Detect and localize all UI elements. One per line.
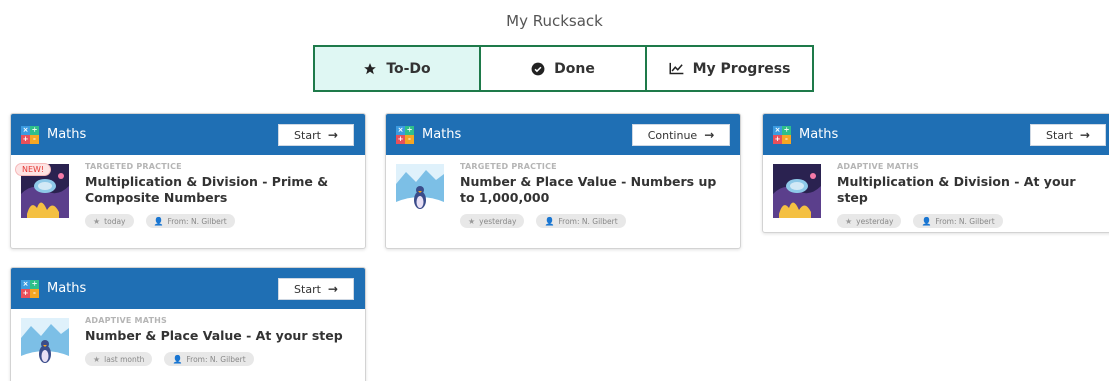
check-circle-icon bbox=[531, 62, 545, 76]
user-icon: 👤 bbox=[544, 216, 555, 226]
start-button[interactable]: Start → bbox=[1030, 124, 1106, 146]
user-icon: 👤 bbox=[153, 216, 164, 226]
continue-button-label: Continue bbox=[647, 128, 698, 142]
activity-thumbnail bbox=[773, 164, 821, 218]
tab-todo-label: To-Do bbox=[386, 60, 431, 77]
maths-subject-icon: × ÷ + - bbox=[773, 125, 791, 144]
start-button[interactable]: Start → bbox=[278, 278, 354, 300]
subject-label: Maths bbox=[47, 127, 87, 142]
star-icon: ★ bbox=[93, 354, 101, 364]
card-header: × ÷ + - Maths Start → bbox=[11, 268, 365, 309]
activity-title: Number & Place Value - Numbers up to 1,0… bbox=[460, 174, 717, 205]
start-button-label: Start bbox=[294, 128, 321, 142]
star-icon: ★ bbox=[845, 216, 853, 226]
subject-label: Maths bbox=[799, 127, 839, 142]
card-header: × ÷ + - Maths Start → bbox=[763, 114, 1109, 155]
tab-done-label: Done bbox=[554, 60, 595, 77]
activity-type: TARGETED PRACTICE bbox=[460, 162, 557, 171]
activity-thumbnail bbox=[396, 164, 444, 218]
star-icon bbox=[363, 62, 377, 76]
from-tag: 👤 From: N. Gilbert bbox=[145, 214, 235, 228]
maths-subject-icon: × ÷ + - bbox=[21, 125, 39, 144]
arrow-right-icon: → bbox=[1079, 128, 1090, 142]
tab-done[interactable]: Done bbox=[481, 45, 647, 92]
date-tag: ★ today bbox=[85, 214, 134, 228]
card-header: × ÷ + - Maths Continue → bbox=[386, 114, 740, 155]
activity-type: ADAPTIVE MATHS bbox=[85, 316, 168, 325]
start-button-label: Start bbox=[1046, 128, 1073, 142]
chart-line-icon bbox=[669, 62, 684, 75]
date-tag: ★ yesterday bbox=[837, 214, 902, 228]
date-tag: ★ last month bbox=[85, 352, 153, 366]
start-button[interactable]: Start → bbox=[278, 124, 354, 146]
continue-button[interactable]: Continue → bbox=[632, 124, 730, 146]
assignment-card: × ÷ + - Maths Start → ADAPTIVE MATHS Multip… bbox=[762, 113, 1109, 233]
page-title: My Rucksack bbox=[506, 12, 603, 30]
tab-my-progress[interactable]: My Progress bbox=[647, 45, 814, 92]
user-icon: 👤 bbox=[172, 354, 183, 364]
from-tag: 👤 From: N. Gilbert bbox=[536, 214, 626, 228]
activity-type: ADAPTIVE MATHS bbox=[837, 162, 920, 171]
assignment-card: × ÷ + - Maths Start → ADAPTIVE MATHS Number… bbox=[10, 267, 366, 381]
card-header: × ÷ + - Maths Start → bbox=[11, 114, 365, 155]
from-tag: 👤 From: N. Gilbert bbox=[913, 214, 1003, 228]
activity-thumbnail bbox=[21, 318, 69, 372]
subject-label: Maths bbox=[422, 127, 462, 142]
tab-todo[interactable]: To-Do bbox=[313, 45, 481, 92]
arrow-right-icon: → bbox=[704, 128, 715, 142]
arrow-right-icon: → bbox=[327, 282, 338, 296]
activity-title: Multiplication & Division - Prime & Comp… bbox=[85, 174, 329, 205]
date-tag: ★ yesterday bbox=[460, 214, 525, 228]
maths-subject-icon: × ÷ + - bbox=[21, 279, 39, 298]
from-tag: 👤 From: N. Gilbert bbox=[164, 352, 254, 366]
assignment-card: × ÷ + - Maths Start → NEW! TARGETED PRACTIC… bbox=[10, 113, 366, 249]
activity-title: Number & Place Value - At your step bbox=[85, 328, 343, 343]
subject-label: Maths bbox=[47, 281, 87, 296]
maths-subject-icon: × ÷ + - bbox=[396, 125, 414, 144]
tab-bar: To-Do Done My Progress bbox=[313, 45, 814, 92]
star-icon: ★ bbox=[93, 216, 101, 226]
assignment-card: × ÷ + - Maths Continue → TARGETED PRACTICE … bbox=[385, 113, 741, 249]
user-icon: 👤 bbox=[921, 216, 932, 226]
activity-title: Multiplication & Division - At your step bbox=[837, 174, 1076, 205]
new-badge: NEW! bbox=[15, 163, 52, 176]
activity-type: TARGETED PRACTICE bbox=[85, 162, 182, 171]
tab-my-progress-label: My Progress bbox=[692, 60, 791, 77]
star-icon: ★ bbox=[468, 216, 476, 226]
arrow-right-icon: → bbox=[327, 128, 338, 142]
start-button-label: Start bbox=[294, 282, 321, 296]
